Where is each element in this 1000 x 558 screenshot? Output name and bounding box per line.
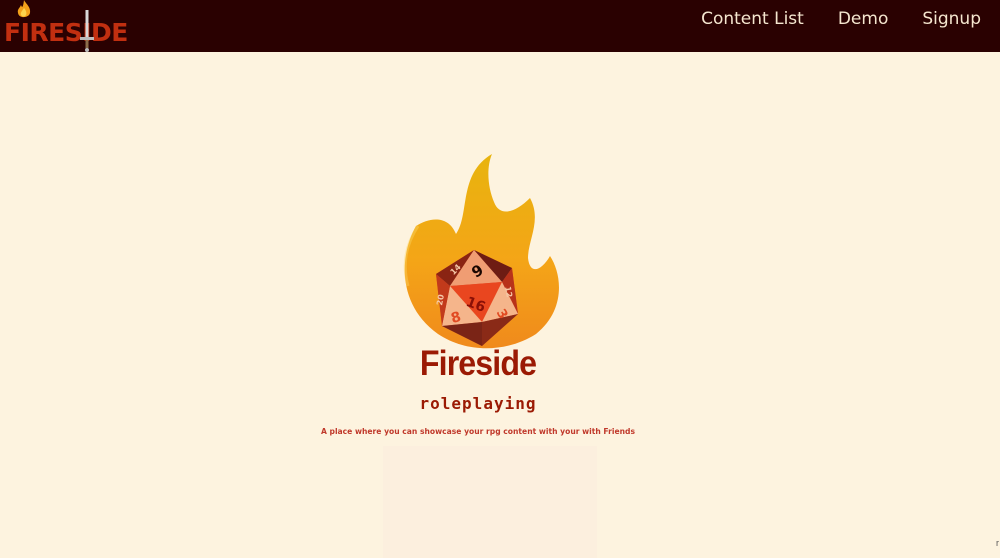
hero-title: Fireside	[419, 344, 537, 383]
nav-link-content-list[interactable]: Content List	[701, 9, 804, 29]
fireside-flame-dice-logo: 9 16 8 3 14 12 20	[403, 154, 559, 349]
hero-tagline: A place where you can showcase your rpg …	[320, 427, 635, 436]
brand-wordmark: FIRESIDE	[4, 18, 128, 47]
top-navbar: FIRESIDE Content List Demo Signup	[0, 0, 1000, 52]
content-panel	[383, 446, 597, 558]
nav-links: Content List Demo Signup	[701, 9, 981, 29]
flame-icon	[17, 0, 31, 18]
brand-logo-link[interactable]: FIRESIDE	[4, 0, 128, 52]
die-number-12: 12	[503, 286, 514, 299]
nav-link-demo[interactable]: Demo	[838, 9, 889, 29]
hero-subtitle: roleplaying	[419, 394, 537, 413]
corner-mark: r	[996, 538, 999, 548]
sword-icon	[80, 10, 94, 52]
nav-link-signup[interactable]: Signup	[922, 9, 981, 29]
